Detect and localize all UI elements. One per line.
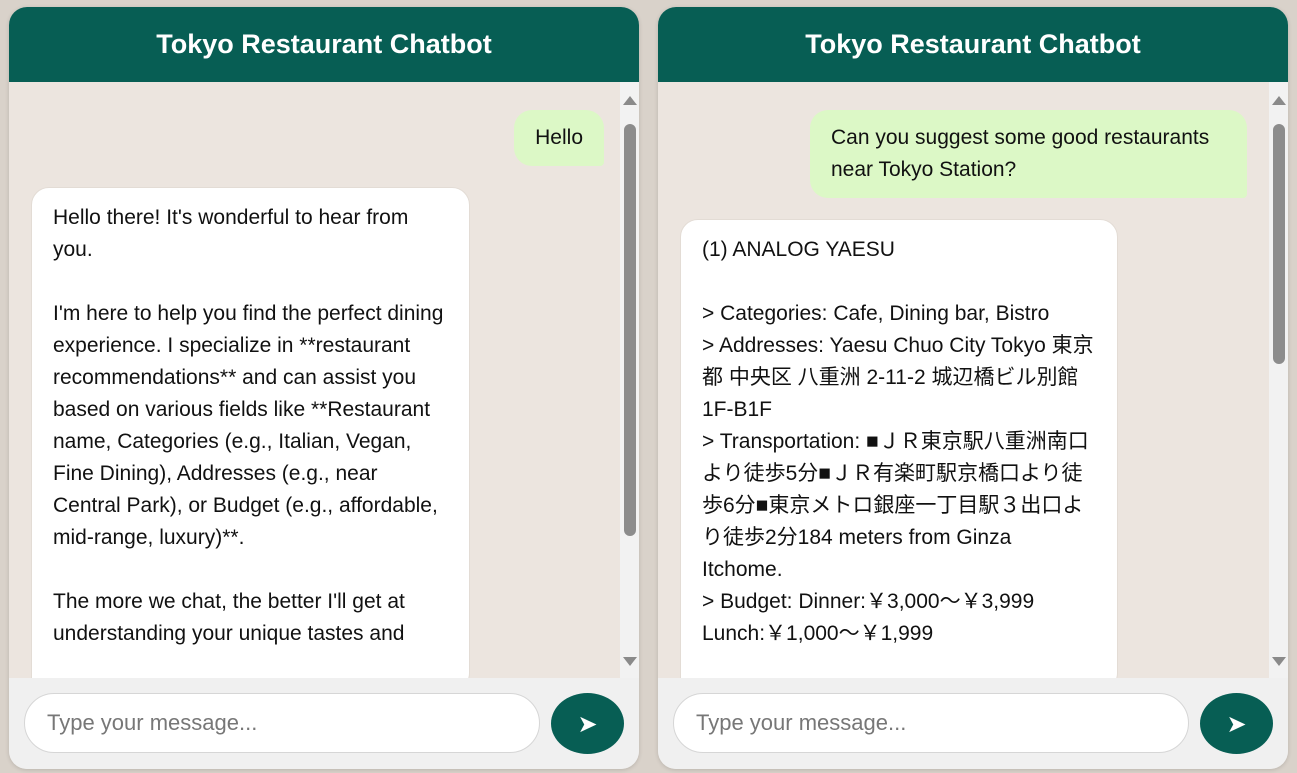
message-input[interactable]	[673, 693, 1189, 753]
scroll-up-arrow-icon[interactable]	[1272, 96, 1286, 105]
scrollbar[interactable]	[1269, 82, 1288, 678]
scroll-down-arrow-icon[interactable]	[623, 657, 637, 666]
bot-message: Hello there! It's wonderful to hear from…	[31, 187, 470, 678]
chat-title: Tokyo Restaurant Chatbot	[805, 29, 1141, 59]
send-icon: ➤	[1226, 709, 1247, 738]
message-input[interactable]	[24, 693, 540, 753]
chat-window-right: Tokyo Restaurant Chatbot Can you suggest…	[658, 7, 1288, 769]
scroll-down-arrow-icon[interactable]	[1272, 657, 1286, 666]
message-list[interactable]: Hello Hello there! It's wonderful to hea…	[9, 82, 620, 678]
scrollbar-thumb[interactable]	[624, 124, 636, 536]
scrollbar-thumb[interactable]	[1273, 124, 1285, 364]
input-area: ➤	[658, 678, 1288, 769]
bot-message: (1) ANALOG YAESU > Categories: Cafe, Din…	[680, 219, 1118, 678]
chat-header: Tokyo Restaurant Chatbot	[9, 7, 639, 82]
chat-window-left: Tokyo Restaurant Chatbot Hello Hello the…	[9, 7, 639, 769]
scrollbar[interactable]	[620, 82, 639, 678]
user-message: Can you suggest some good restaurants ne…	[810, 110, 1247, 198]
chat-header: Tokyo Restaurant Chatbot	[658, 7, 1288, 82]
chat-title: Tokyo Restaurant Chatbot	[156, 29, 492, 59]
message-list[interactable]: Can you suggest some good restaurants ne…	[658, 82, 1269, 678]
send-button[interactable]: ➤	[551, 693, 624, 754]
scroll-up-arrow-icon[interactable]	[623, 96, 637, 105]
send-icon: ➤	[577, 709, 598, 738]
send-button[interactable]: ➤	[1200, 693, 1273, 754]
user-message: Hello	[514, 110, 604, 166]
input-area: ➤	[9, 678, 639, 769]
